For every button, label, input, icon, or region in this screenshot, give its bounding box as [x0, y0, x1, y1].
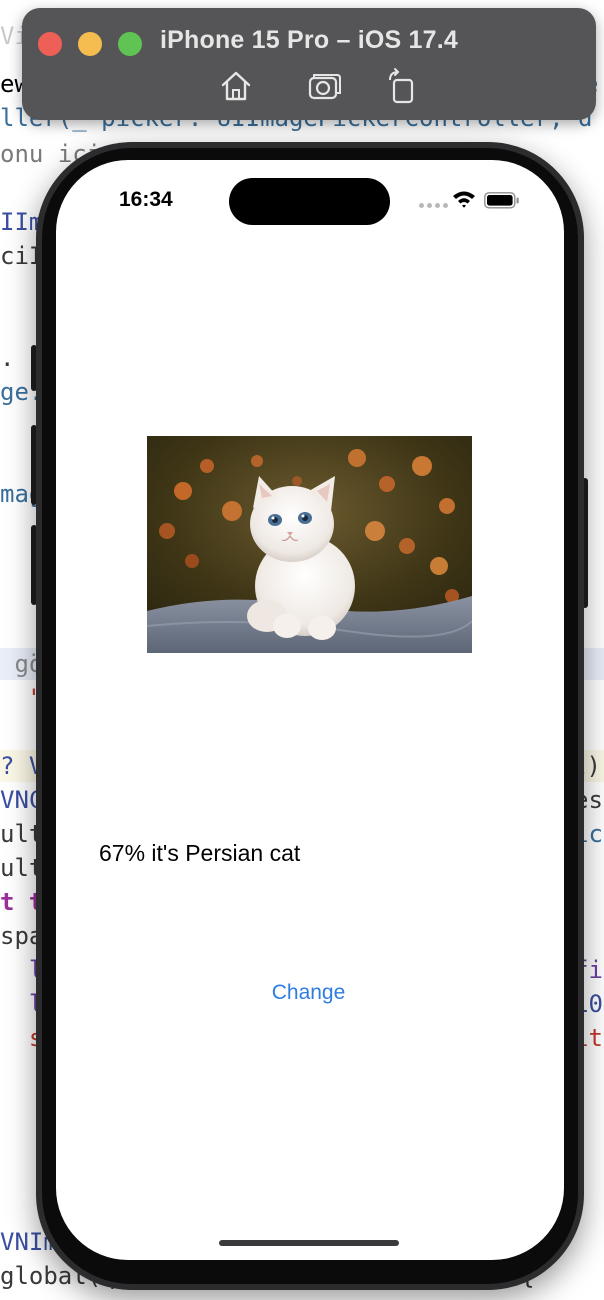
minimize-window-button[interactable] [78, 32, 102, 56]
iphone-screen: 16:34 67% it's Persian cat Change [56, 160, 564, 1260]
zoom-window-button[interactable] [118, 32, 142, 56]
cellular-signal-icon [419, 203, 448, 208]
code-line: . [0, 344, 15, 372]
close-window-button[interactable] [38, 32, 62, 56]
dynamic-island [229, 178, 390, 225]
screenshot-icon[interactable] [304, 66, 344, 106]
prediction-result-label: 67% it's Persian cat [99, 840, 301, 866]
home-indicator[interactable] [219, 1240, 399, 1246]
change-button[interactable]: Change [256, 976, 361, 1010]
kitten-photo [147, 436, 472, 653]
wifi-icon [452, 190, 476, 213]
status-time: 16:34 [119, 188, 173, 211]
rotate-icon[interactable] [382, 66, 422, 106]
home-icon[interactable] [216, 66, 256, 106]
battery-icon [484, 192, 520, 214]
simulator-title: iPhone 15 Pro – iOS 17.4 [160, 26, 458, 54]
simulator-title-bar: iPhone 15 Pro – iOS 17.4 [22, 8, 596, 120]
